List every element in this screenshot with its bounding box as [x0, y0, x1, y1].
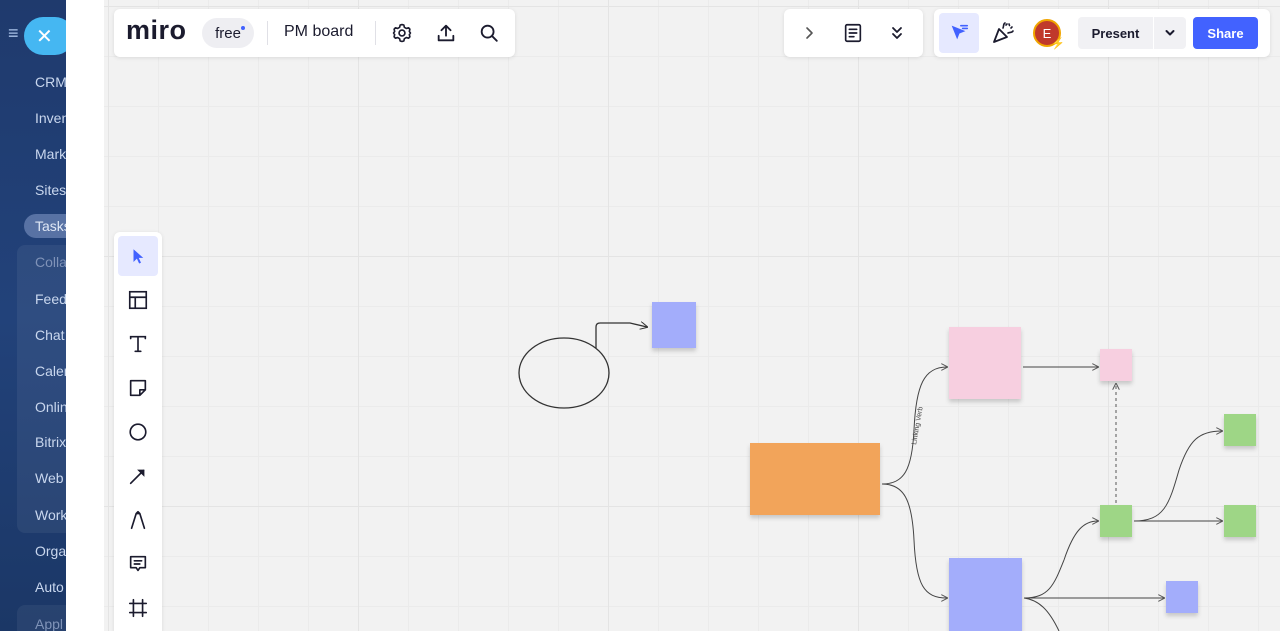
- sidebar-item-chat[interactable]: Chat: [35, 326, 65, 344]
- sidebar-item-crm[interactable]: CRM: [35, 73, 66, 91]
- reactions-button[interactable]: [989, 19, 1017, 47]
- sticky-note-purple[interactable]: [652, 302, 696, 348]
- board-name[interactable]: PM board: [284, 23, 353, 41]
- search-button[interactable]: [475, 19, 503, 47]
- connector-line[interactable]: [595, 323, 647, 348]
- plan-badge-label: free: [215, 24, 241, 42]
- sticky-note-green-top[interactable]: [1224, 414, 1256, 446]
- select-icon: [133, 249, 144, 264]
- comment-icon: [129, 555, 147, 572]
- connector-label[interactable]: Linking Verb: [911, 406, 925, 445]
- party-popper-icon: [993, 22, 1014, 43]
- sidebar-item-web[interactable]: Web: [35, 469, 64, 487]
- connector-line[interactable]: [1023, 521, 1098, 599]
- frame-tool[interactable]: [118, 588, 158, 628]
- sticky-note-purple-small[interactable]: [1166, 581, 1198, 613]
- select-tool[interactable]: [118, 236, 158, 276]
- collapse-button[interactable]: [883, 19, 911, 47]
- sidebar-item-apps[interactable]: Appl: [35, 615, 63, 631]
- menu-icon[interactable]: ≡: [8, 24, 24, 42]
- expand-button[interactable]: [795, 19, 823, 47]
- chevron-right-icon: [806, 27, 813, 39]
- plan-badge[interactable]: free: [202, 18, 254, 48]
- sticky-note-pink[interactable]: [949, 327, 1021, 399]
- sidebar-item-work[interactable]: Work: [35, 506, 66, 524]
- sidebar-item-inventory[interactable]: Inven: [35, 109, 66, 127]
- sticky-note-green-right[interactable]: [1224, 505, 1256, 537]
- gear-icon: [392, 23, 412, 43]
- comment-tool[interactable]: [118, 544, 158, 584]
- sidebar-item-feed[interactable]: Feed: [35, 290, 66, 308]
- sidebar-item-online[interactable]: Onlin: [35, 398, 66, 416]
- pen-tool[interactable]: [118, 500, 158, 540]
- sidebar-item-sites[interactable]: Sites: [35, 181, 66, 199]
- connector-line[interactable]: [881, 483, 947, 598]
- sticky-note-icon: [129, 379, 147, 397]
- sticky-note-orange[interactable]: [750, 443, 880, 515]
- divider: [375, 21, 376, 45]
- close-icon: ✕: [36, 25, 53, 48]
- present-options-button[interactable]: [1154, 17, 1186, 49]
- sidebar-item-calendar[interactable]: Calen: [35, 362, 66, 380]
- sidebar-group: [17, 245, 66, 533]
- export-button[interactable]: [432, 19, 460, 47]
- sidebar-item-auto[interactable]: Auto: [35, 578, 64, 596]
- text-icon: [129, 335, 147, 353]
- sidebar-item-bitrix[interactable]: Bitrix: [35, 433, 66, 451]
- circle-shape[interactable]: [518, 337, 610, 409]
- shape-tool[interactable]: [118, 412, 158, 452]
- board-content[interactable]: Linking Verb: [104, 0, 1280, 631]
- divider: [267, 21, 268, 45]
- templates-tool[interactable]: [118, 280, 158, 320]
- frame-icon: [128, 598, 148, 618]
- present-button[interactable]: Present: [1078, 17, 1153, 49]
- text-tool[interactable]: [118, 324, 158, 364]
- shape-icon: [129, 423, 147, 441]
- sticky-note-green[interactable]: [1100, 505, 1132, 537]
- templates-icon: [128, 290, 148, 310]
- share-button[interactable]: Share: [1193, 17, 1258, 49]
- gap-strip: [66, 0, 104, 631]
- sticky-note-purple-large[interactable]: [949, 558, 1022, 631]
- arrow-icon: [129, 469, 145, 485]
- notification-dot: [241, 26, 245, 30]
- connector-line[interactable]: [1023, 597, 1060, 631]
- sticky-note-tool[interactable]: [118, 368, 158, 408]
- upload-icon: [437, 24, 455, 42]
- chevron-down-icon: [1165, 30, 1175, 36]
- sidebar-item-marketing[interactable]: Mark: [35, 145, 66, 163]
- document-icon: [844, 23, 862, 43]
- arrow-tool[interactable]: [118, 456, 158, 496]
- board-header: miro free PM board: [114, 9, 515, 57]
- cursor-icon: [951, 24, 969, 40]
- double-chevron-down-icon: [892, 27, 902, 39]
- host-sidebar: ≡ CRM Inven Mark Sites Tasks Colla Feed …: [0, 0, 66, 631]
- collaboration-toolbar: E ⚡ Present Share: [934, 9, 1270, 57]
- lightning-icon: ⚡: [1051, 38, 1065, 50]
- notes-button[interactable]: [839, 19, 867, 47]
- settings-button[interactable]: [388, 19, 416, 47]
- view-toolbar: [784, 9, 923, 57]
- tools-panel: [114, 232, 162, 631]
- connector-line[interactable]: [1133, 431, 1222, 522]
- pen-icon: [130, 510, 146, 530]
- sticky-note-pink-small[interactable]: [1100, 349, 1132, 381]
- sidebar-item-collab[interactable]: Colla: [35, 253, 66, 271]
- cursors-toggle[interactable]: [939, 13, 979, 53]
- miro-logo[interactable]: miro: [126, 15, 187, 46]
- sidebar-item-tasks[interactable]: Tasks: [24, 214, 66, 238]
- board-canvas[interactable]: Linking Verb: [104, 0, 1280, 631]
- sidebar-item-org[interactable]: Orga: [35, 542, 66, 560]
- search-icon: [480, 24, 498, 42]
